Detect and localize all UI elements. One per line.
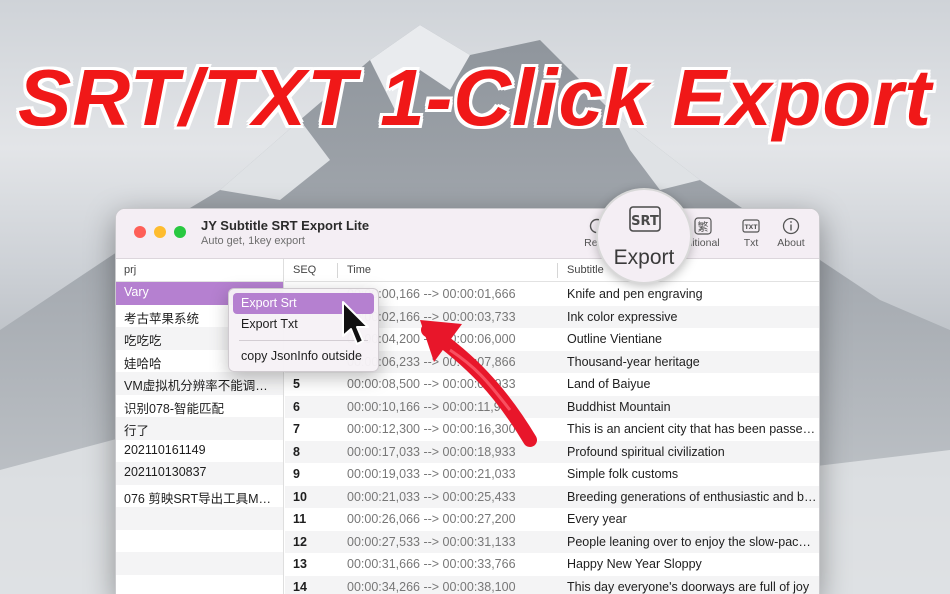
table-row[interactable]: 13 00:00:31,666 --> 00:00:33,766 Happy New… (285, 553, 819, 576)
export-label: Export (613, 246, 675, 269)
project-item[interactable]: 076 剪映SRT导出工具Mac... (116, 485, 283, 508)
subtitle-cell: Breeding generations of enthusiastic and… (567, 489, 817, 504)
table-row[interactable]: 12 00:00:27,533 --> 00:00:31,133 People le… (285, 530, 819, 553)
table-row[interactable]: 11 00:00:26,066 --> 00:00:27,200 Every yea… (285, 508, 819, 531)
close-window-button[interactable] (134, 226, 146, 238)
subtitle-cell: This day everyone's doorways are full of… (567, 579, 810, 594)
table-header: SEQ Time Subtitle (285, 259, 819, 282)
time-cell: 00:00:31,666 --> 00:00:33,766 (347, 557, 516, 571)
project-item[interactable]: 行了 (116, 417, 283, 440)
txt-file-icon: TXT (742, 219, 760, 233)
about-label: About (777, 237, 805, 249)
time-cell: 00:00:34,266 --> 00:00:38,100 (347, 579, 516, 594)
project-list-header: prj (116, 259, 283, 282)
table-row[interactable]: 10 00:00:21,033 --> 00:00:25,433 Breeding … (285, 485, 819, 508)
empty-row (116, 507, 283, 530)
seq-column-header[interactable]: SEQ (293, 264, 316, 276)
subtitle-cell: People leaning over to enjoy the slow-pa… (567, 534, 817, 549)
title-bar: JY Subtitle SRT Export Lite Auto get, 1k… (116, 209, 819, 259)
time-cell: 00:00:19,033 --> 00:00:21,033 (347, 467, 516, 481)
seq-cell: 10 (293, 489, 307, 504)
time-cell: 00:00:26,066 --> 00:00:27,200 (347, 512, 516, 526)
seq-cell: 12 (293, 534, 307, 549)
time-cell: 00:00:27,533 --> 00:00:31,133 (347, 534, 516, 549)
subtitle-cell: Every year (567, 512, 627, 526)
subtitle-cell: Buddhist Mountain (567, 399, 671, 414)
svg-text:TXT: TXT (745, 224, 759, 231)
export-button-magnified[interactable]: SRT Export (596, 188, 692, 284)
project-item[interactable]: VM虚拟机分辨率不能调怎么... (116, 372, 283, 395)
seq-cell: 13 (293, 557, 307, 571)
srt-export-icon: SRT (629, 206, 661, 232)
subtitle-cell: Outline Vientiane (567, 332, 662, 346)
svg-text:SRT: SRT (631, 214, 659, 229)
empty-row (116, 530, 283, 553)
app-title: JY Subtitle SRT Export Lite (201, 218, 370, 233)
copy-json-menu-item[interactable]: copy JsonInfo outside (233, 346, 374, 367)
table-row[interactable]: 14 00:00:34,266 --> 00:00:38,100 This day … (285, 575, 819, 594)
seq-cell: 11 (293, 512, 307, 526)
traditional-chinese-icon: 繁 (694, 217, 712, 235)
zoom-window-button[interactable] (174, 226, 186, 238)
time-cell: 00:00:21,033 --> 00:00:25,433 (347, 489, 516, 504)
red-arrow-annotation (420, 320, 537, 447)
empty-row (116, 575, 283, 594)
seq-cell: 9 (293, 467, 300, 481)
info-icon (782, 217, 800, 235)
seq-cell: 6 (293, 399, 300, 414)
subtitle-cell: Land of Baiyue (567, 377, 651, 391)
project-item[interactable]: 202110130837 (116, 462, 283, 485)
minimize-window-button[interactable] (154, 226, 166, 238)
svg-text:繁: 繁 (698, 220, 709, 234)
seq-cell: 14 (293, 579, 307, 594)
table-row[interactable]: 9 00:00:19,033 --> 00:00:21,033 Simple fol… (285, 463, 819, 486)
seq-cell: 5 (293, 377, 300, 391)
subtitle-cell: Knife and pen engraving (567, 287, 703, 301)
seq-cell: 7 (293, 422, 300, 436)
project-item[interactable]: 202110161149 (116, 440, 283, 463)
subtitle-cell: This is an ancient city that has been pa… (567, 422, 817, 436)
about-button[interactable]: About (766, 217, 816, 249)
subtitle-cell: Profound spiritual civilization (567, 444, 725, 459)
subtitle-cell: Ink color expressive (567, 309, 678, 324)
subtitle-cell: Happy New Year Sloppy (567, 557, 702, 571)
empty-row (116, 552, 283, 575)
project-item[interactable]: 识别078-智能匹配 (116, 395, 283, 418)
promo-headline: SRT/TXT 1-Click Export (17, 53, 933, 142)
seq-cell: 8 (293, 444, 300, 459)
app-subtitle: Auto get, 1key export (201, 235, 305, 247)
mouse-cursor-icon (342, 301, 369, 345)
subtitle-cell: Simple folk customs (567, 467, 679, 481)
time-column-header[interactable]: Time (347, 264, 371, 276)
subtitle-cell: Thousand-year heritage (567, 354, 700, 369)
